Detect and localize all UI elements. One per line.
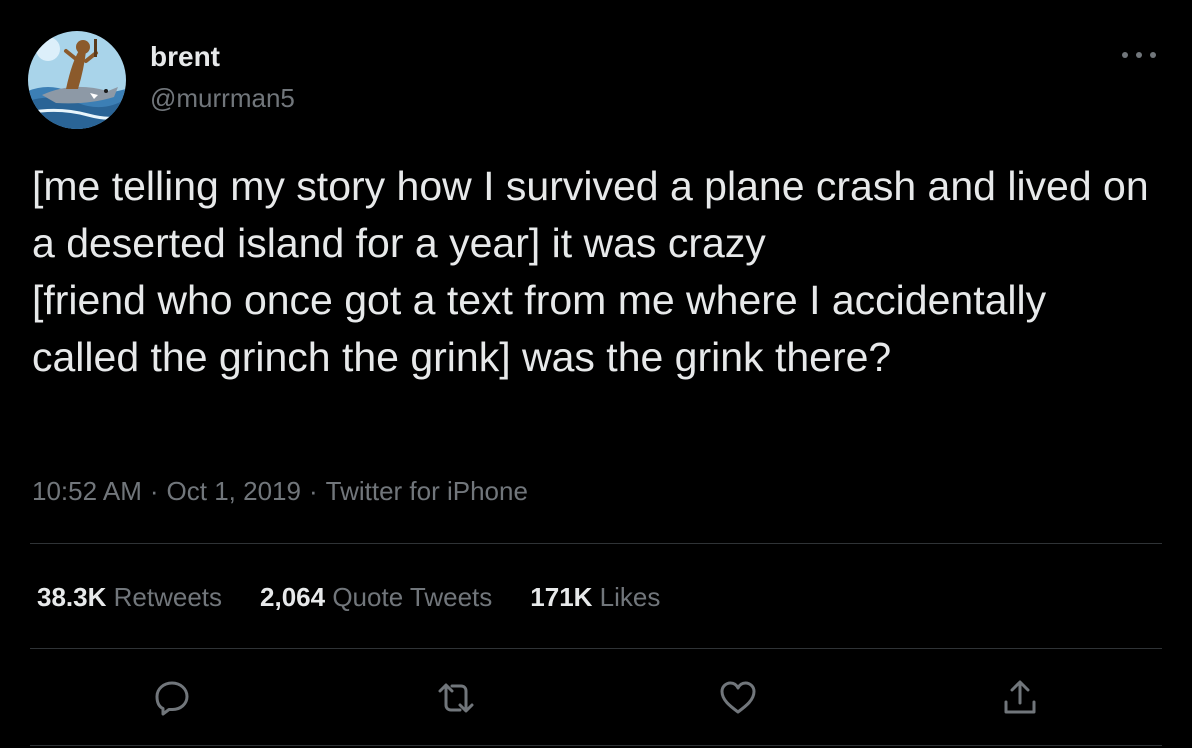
- likes-label: Likes: [599, 582, 661, 612]
- quote-tweets-stat[interactable]: 2,064 Quote Tweets: [260, 580, 492, 614]
- heart-icon: [720, 681, 756, 714]
- retweets-stat[interactable]: 38.3K Retweets: [37, 580, 222, 614]
- engagement-stats: 38.3K Retweets 2,064 Quote Tweets 171K L…: [37, 580, 698, 614]
- avatar-icon: [28, 31, 126, 129]
- meta-separator: ·: [149, 476, 159, 506]
- retweet-button[interactable]: [436, 678, 476, 718]
- divider: [30, 745, 1162, 746]
- tweet-text: [me telling my story how I survived a pl…: [32, 163, 1149, 380]
- tweet-detail: brent @murrman5 [me telling my story how…: [0, 0, 1192, 748]
- share-icon: [1004, 680, 1036, 714]
- reply-button[interactable]: [152, 678, 192, 718]
- divider: [30, 543, 1162, 544]
- retweets-label: Retweets: [113, 582, 223, 612]
- quote-tweets-label: Quote Tweets: [332, 582, 493, 612]
- divider: [30, 648, 1162, 649]
- tweet-time[interactable]: 10:52 AM: [32, 476, 142, 506]
- retweets-count: 38.3K: [37, 582, 107, 612]
- tweet-date[interactable]: Oct 1, 2019: [167, 476, 301, 506]
- likes-count: 171K: [530, 582, 593, 612]
- reply-icon: [155, 681, 189, 716]
- retweet-icon: [438, 683, 474, 713]
- avatar[interactable]: [28, 31, 126, 129]
- user-handle[interactable]: @murrman5: [150, 82, 295, 114]
- quote-tweets-count: 2,064: [260, 582, 326, 612]
- likes-stat[interactable]: 171K Likes: [530, 580, 660, 614]
- display-name[interactable]: brent: [150, 40, 220, 74]
- more-icon[interactable]: [1117, 45, 1161, 65]
- share-button[interactable]: [1000, 678, 1040, 718]
- like-button[interactable]: [718, 678, 758, 718]
- tweet-meta: 10:52 AM · Oct 1, 2019 · Twitter for iPhone: [32, 474, 528, 508]
- meta-separator: ·: [308, 476, 318, 506]
- tweet-source[interactable]: Twitter for iPhone: [326, 476, 528, 506]
